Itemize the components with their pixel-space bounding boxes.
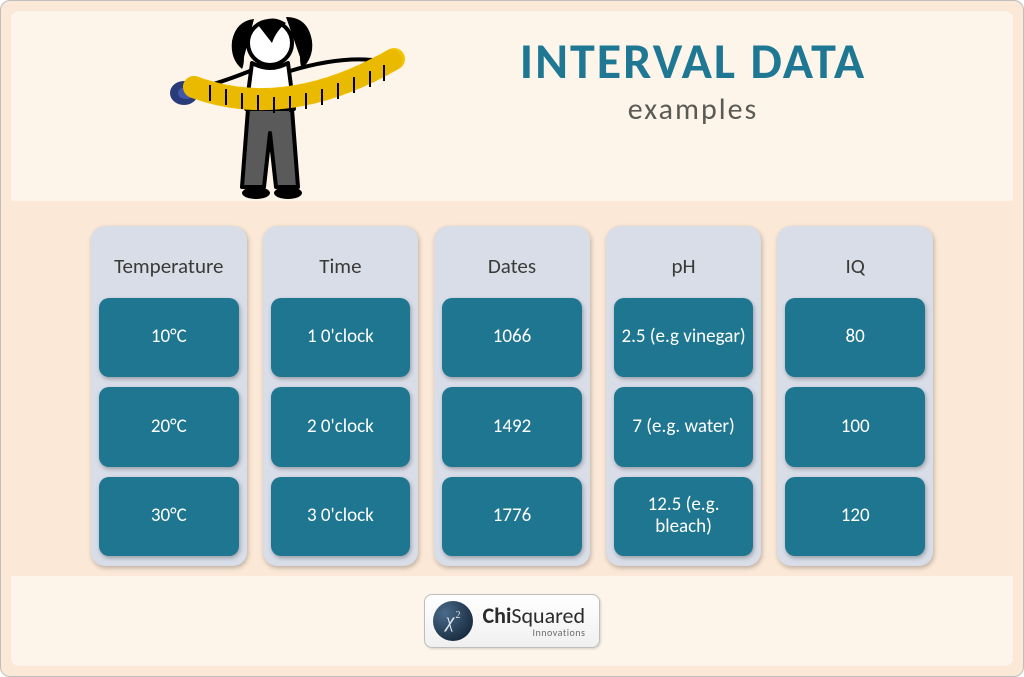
column-header: Temperature	[99, 234, 239, 298]
column-dates: Dates 1066 1492 1776	[434, 226, 590, 566]
column-header: pH	[614, 234, 754, 298]
column-time: Time 1 0'clock 2 0'clock 3 0'clock	[263, 226, 419, 566]
value-cell: 1776	[442, 477, 582, 556]
value-cell: 30°C	[99, 477, 239, 556]
column-cells: 10°C 20°C 30°C	[99, 298, 239, 556]
chisquared-logo: χ2 ChiSquared Innovations	[424, 594, 601, 648]
value-cell: 2.5 (e.g vinegar)	[614, 298, 754, 377]
column-cells: 2.5 (e.g vinegar) 7 (e.g. water) 12.5 (e…	[614, 298, 754, 556]
value-cell: 120	[785, 477, 925, 556]
column-cells: 1066 1492 1776	[442, 298, 582, 556]
logo-name-strong: Chi	[483, 602, 512, 629]
footer-band: χ2 ChiSquared Innovations	[11, 576, 1013, 666]
value-cell: 7 (e.g. water)	[614, 387, 754, 466]
value-cell: 1066	[442, 298, 582, 377]
value-cell: 2 0'clock	[271, 387, 411, 466]
value-cell: 1492	[442, 387, 582, 466]
column-temperature: Temperature 10°C 20°C 30°C	[91, 226, 247, 566]
value-cell: 12.5 (e.g. bleach)	[614, 477, 754, 556]
logo-mark-sup: 2	[455, 610, 460, 621]
chi-squared-mark-icon: χ2	[433, 601, 473, 641]
value-cell: 100	[785, 387, 925, 466]
column-iq: IQ 80 100 120	[777, 226, 933, 566]
page-subtitle: examples	[433, 91, 953, 128]
column-cells: 1 0'clock 2 0'clock 3 0'clock	[271, 298, 411, 556]
logo-text: ChiSquared Innovations	[483, 605, 586, 638]
column-cells: 80 100 120	[785, 298, 925, 556]
value-cell: 3 0'clock	[271, 477, 411, 556]
value-cell: 20°C	[99, 387, 239, 466]
slide-canvas: INTERVAL DATA examples Temperature 10°C …	[0, 0, 1024, 677]
logo-name-rest: Squared	[511, 602, 585, 629]
person-measuring-tape-illustration	[166, 1, 406, 211]
value-cell: 10°C	[99, 298, 239, 377]
title-block: INTERVAL DATA examples	[433, 36, 953, 128]
column-header: Dates	[442, 234, 582, 298]
logo-mark-chi: χ	[446, 610, 455, 633]
columns-container: Temperature 10°C 20°C 30°C Time 1 0'cloc…	[91, 226, 933, 566]
value-cell: 1 0'clock	[271, 298, 411, 377]
column-ph: pH 2.5 (e.g vinegar) 7 (e.g. water) 12.5…	[606, 226, 762, 566]
value-cell: 80	[785, 298, 925, 377]
page-title: INTERVAL DATA	[433, 36, 953, 89]
column-header: IQ	[785, 234, 925, 298]
logo-tagline: Innovations	[533, 628, 586, 638]
column-header: Time	[271, 234, 411, 298]
